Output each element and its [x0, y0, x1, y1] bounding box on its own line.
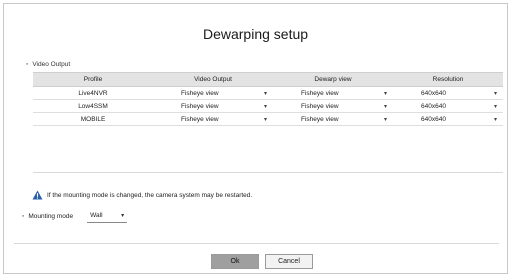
resolution-value: 640x640: [421, 102, 446, 110]
video-output-label: Video Output: [32, 61, 71, 68]
column-header-video-output: Video Output: [153, 72, 273, 87]
mounting-mode-select[interactable]: Wall ▾: [87, 209, 128, 223]
column-header-resolution: Resolution: [393, 72, 503, 87]
table-row: Live4NVR Fisheye view ▾ Fisheye view ▾ 640…: [33, 86, 503, 100]
chevron-down-icon: ▾: [383, 103, 387, 110]
table-row: Low4SSM Fisheye view ▾ Fisheye view ▾ 640x…: [33, 99, 503, 113]
resolution-value: 640x640: [421, 89, 446, 97]
resolution-select[interactable]: 640x640 ▾: [393, 86, 503, 100]
mounting-mode-row: ▪ Mounting mode Wall ▾: [22, 209, 128, 223]
dewarp-view-select[interactable]: Fisheye view ▾: [273, 112, 393, 126]
dewarp-view-select[interactable]: Fisheye view ▾: [273, 99, 393, 113]
mounting-mode-value: Wall: [90, 212, 103, 219]
video-output-select[interactable]: Fisheye view ▾: [153, 112, 273, 126]
bullet-icon: ▪: [22, 212, 25, 220]
footer-divider: [14, 243, 499, 244]
column-header-profile: Profile: [33, 72, 153, 87]
column-header-dewarp-view: Dewarp view: [273, 72, 393, 87]
chevron-down-icon: ▾: [383, 90, 387, 97]
chevron-down-icon: ▾: [493, 90, 497, 97]
chevron-down-icon: ▾: [493, 116, 497, 123]
video-output-select[interactable]: Fisheye view ▾: [153, 99, 273, 113]
bullet-icon: ▪: [26, 61, 29, 68]
chevron-down-icon: ▾: [263, 116, 267, 123]
chevron-down-icon: ▾: [493, 103, 497, 110]
resolution-value: 640x640: [421, 115, 446, 123]
warning-text: If the mounting mode is changed, the cam…: [47, 191, 253, 199]
dewarp-view-value: Fisheye view: [301, 102, 339, 110]
table-row: MOBILE Fisheye view ▾ Fisheye view ▾ 640x6…: [33, 112, 503, 126]
profile-table: Profile Video Output Dewarp view Resolut…: [33, 72, 503, 126]
video-output-select[interactable]: Fisheye view ▾: [153, 86, 273, 100]
video-output-value: Fisheye view: [181, 102, 219, 110]
table-header-row: Profile Video Output Dewarp view Resolut…: [33, 72, 503, 87]
cancel-button[interactable]: Cancel: [265, 254, 313, 269]
video-output-section-label: ▪ Video Output: [26, 61, 70, 68]
video-output-value: Fisheye view: [181, 115, 219, 123]
dewarp-view-value: Fisheye view: [301, 89, 339, 97]
profile-cell: Live4NVR: [33, 86, 153, 100]
chevron-down-icon: ▾: [263, 90, 267, 97]
profile-cell: Low4SSM: [33, 99, 153, 113]
ok-button[interactable]: Ok: [211, 254, 259, 269]
mounting-mode-label: Mounting mode: [28, 212, 74, 220]
chevron-down-icon: ▾: [383, 116, 387, 123]
video-output-value: Fisheye view: [181, 89, 219, 97]
resolution-select[interactable]: 640x640 ▾: [393, 112, 503, 126]
dewarp-view-value: Fisheye view: [301, 115, 339, 123]
dewarp-view-select[interactable]: Fisheye view ▾: [273, 86, 393, 100]
chevron-down-icon: ▾: [263, 103, 267, 110]
dialog-title: Dewarping setup: [202, 26, 309, 42]
resolution-select[interactable]: 640x640 ▾: [393, 99, 503, 113]
profile-cell: MOBILE: [33, 112, 153, 126]
warning-message: If the mounting mode is changed, the cam…: [32, 190, 252, 200]
warning-triangle-icon: [32, 190, 43, 200]
chevron-down-icon: ▾: [121, 213, 125, 219]
table-bottom-divider: [33, 172, 503, 173]
dewarping-dialog: Dewarping setup ▪ Video Output: [3, 3, 508, 274]
